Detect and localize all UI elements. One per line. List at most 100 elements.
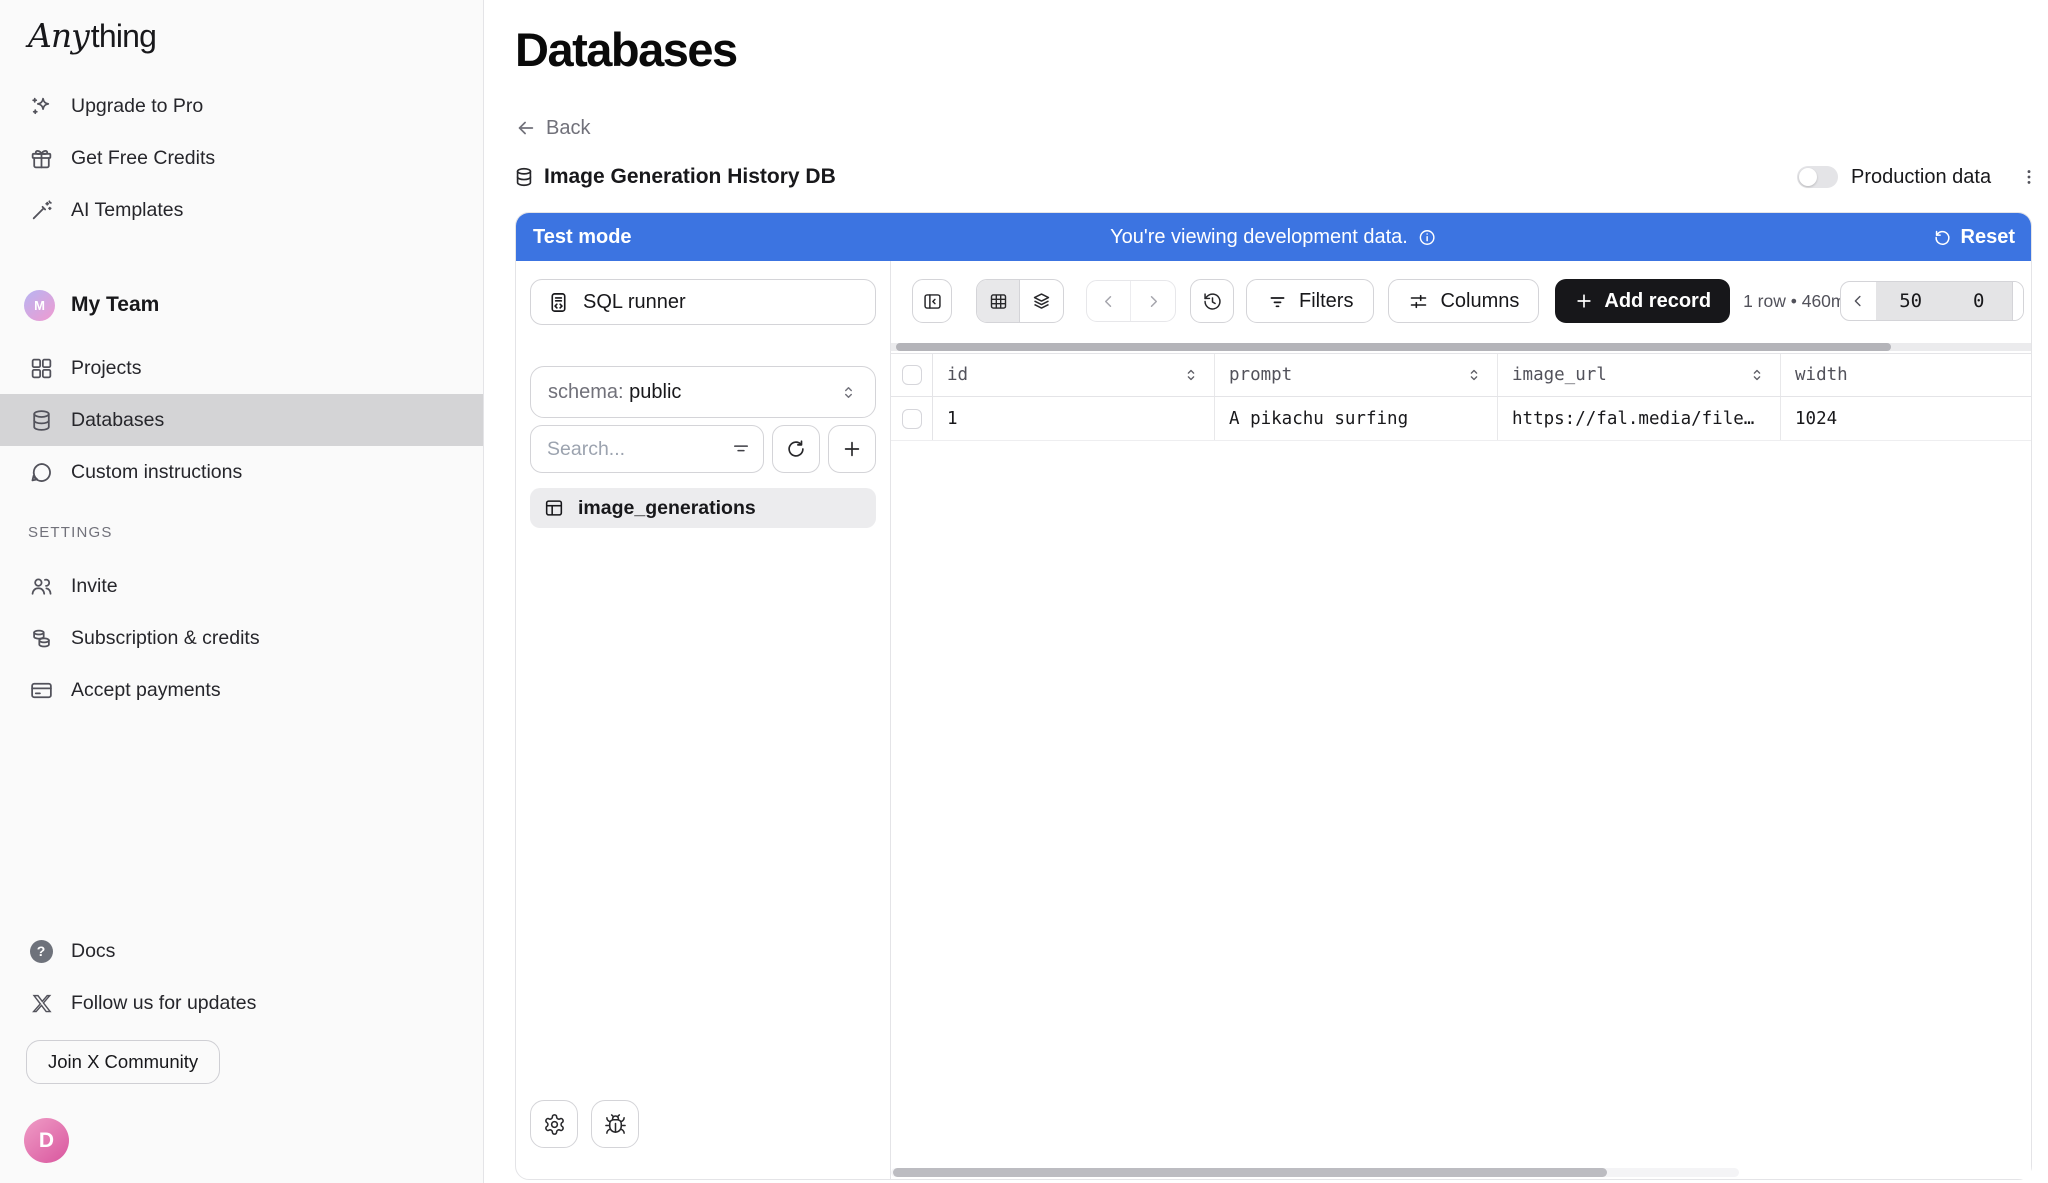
- sidebar-item-upgrade-to-pro[interactable]: Upgrade to Pro: [0, 80, 483, 132]
- page-size-value[interactable]: 50: [1876, 290, 1946, 312]
- sidebar-item-label: AI Templates: [71, 199, 183, 222]
- table-name: image_generations: [578, 497, 756, 520]
- filter-lines-icon: [1267, 291, 1288, 312]
- credit-card-icon: [28, 677, 54, 703]
- row-checkbox[interactable]: [902, 409, 922, 429]
- cell-width[interactable]: 1024: [1781, 397, 2031, 440]
- banner-message: You're viewing development data.: [1110, 226, 1437, 249]
- sidebar-item-custom-instructions[interactable]: Custom instructions: [0, 446, 483, 498]
- table-view-button[interactable]: [977, 280, 1020, 322]
- sort-icon[interactable]: [1182, 366, 1200, 384]
- sparkles-icon: [28, 93, 54, 119]
- toggle-knob: [1799, 168, 1817, 186]
- sidebar-item-label: Upgrade to Pro: [71, 95, 203, 118]
- sidebar-item-label: Projects: [71, 357, 141, 380]
- grid-header-row: id prompt image_url width: [891, 353, 2031, 397]
- info-icon[interactable]: [1418, 228, 1437, 247]
- bug-icon: [604, 1113, 627, 1136]
- sidebar-item-follow-updates[interactable]: Follow us for updates: [0, 977, 483, 1029]
- horizontal-scrollbar-thumb[interactable]: [893, 1168, 1607, 1177]
- pager-prev-button[interactable]: [1841, 282, 1876, 320]
- reset-icon: [1933, 228, 1952, 247]
- sidebar-item-subscription-credits[interactable]: Subscription & credits: [0, 612, 483, 664]
- coins-icon: [28, 625, 54, 651]
- layers-icon: [1031, 291, 1052, 312]
- logo-thing: thing: [91, 18, 156, 55]
- gift-icon: [28, 145, 54, 171]
- sidebar-item-label: Docs: [71, 940, 115, 963]
- select-all-checkbox[interactable]: [902, 365, 922, 385]
- refresh-tables-button[interactable]: [772, 425, 820, 473]
- table-search: [530, 425, 764, 473]
- database-name: Image Generation History DB: [544, 165, 836, 189]
- column-header-width[interactable]: width: [1781, 354, 2031, 396]
- database-title-row: Image Generation History DB: [513, 161, 836, 193]
- chat-bubble-icon: [28, 459, 54, 485]
- history-icon: [1202, 291, 1223, 312]
- sql-runner-button[interactable]: SQL runner: [530, 279, 876, 325]
- pager-next-button[interactable]: [2012, 282, 2023, 320]
- cell-image-url[interactable]: https://fal.media/file…: [1498, 397, 1781, 440]
- cell-id[interactable]: 1: [933, 397, 1215, 440]
- sort-icon[interactable]: [1748, 366, 1766, 384]
- gear-icon: [543, 1113, 566, 1136]
- sidebar-item-label: Custom instructions: [71, 461, 242, 484]
- refresh-icon: [785, 438, 807, 460]
- team-switcher[interactable]: M My Team: [0, 277, 483, 333]
- prev-page-button[interactable]: [1087, 281, 1131, 321]
- view-mode-segmented: [976, 279, 1064, 323]
- sidebar-item-docs[interactable]: ? Docs: [0, 925, 483, 977]
- user-avatar[interactable]: D: [24, 1118, 69, 1163]
- schema-select[interactable]: schema: public: [530, 366, 876, 418]
- debug-button[interactable]: [591, 1100, 639, 1148]
- plus-icon: [841, 438, 863, 460]
- column-header-id[interactable]: id: [933, 354, 1215, 396]
- back-label: Back: [546, 117, 590, 140]
- back-link[interactable]: Back: [515, 114, 590, 142]
- columns-button[interactable]: Columns: [1388, 279, 1539, 323]
- row-select-cell: [891, 397, 933, 440]
- magic-wand-icon: [28, 197, 54, 223]
- layers-view-button[interactable]: [1020, 280, 1063, 322]
- schema-label: schema:: [548, 381, 624, 403]
- history-button[interactable]: [1190, 279, 1234, 323]
- horizontal-scrollbar-thumb[interactable]: [896, 343, 1891, 351]
- cell-prompt[interactable]: A pikachu surfing: [1215, 397, 1498, 440]
- table-search-input[interactable]: [530, 425, 764, 473]
- table-row[interactable]: 1 A pikachu surfing https://fal.media/fi…: [891, 397, 2031, 441]
- sidebar-item-invite[interactable]: Invite: [0, 560, 483, 612]
- filter-lines-icon[interactable]: [731, 439, 751, 459]
- settings-button[interactable]: [530, 1100, 578, 1148]
- column-header-image-url[interactable]: image_url: [1498, 354, 1781, 396]
- next-page-button[interactable]: [1131, 281, 1175, 321]
- collapse-sidebar-button[interactable]: [912, 279, 952, 323]
- sidebar-item-projects[interactable]: Projects: [0, 342, 483, 394]
- sidebar-item-ai-templates[interactable]: AI Templates: [0, 184, 483, 236]
- sort-icon[interactable]: [1465, 366, 1483, 384]
- sidebar-item-label: Get Free Credits: [71, 147, 215, 170]
- database-explorer: SQL runner schema: public image_generati…: [516, 261, 891, 1179]
- add-table-button[interactable]: [828, 425, 876, 473]
- filters-button[interactable]: Filters: [1246, 279, 1374, 323]
- kebab-menu-icon[interactable]: [2019, 167, 2039, 187]
- add-record-button[interactable]: Add record: [1555, 279, 1730, 323]
- table-list-item-image-generations[interactable]: image_generations: [530, 488, 876, 528]
- reset-button[interactable]: Reset: [1933, 226, 2015, 249]
- grid-icon: [28, 355, 54, 381]
- app-logo[interactable]: Anything: [28, 16, 156, 55]
- chevron-up-down-icon: [839, 383, 858, 402]
- sidebar-item-accept-payments[interactable]: Accept payments: [0, 664, 483, 716]
- column-header-prompt[interactable]: prompt: [1215, 354, 1498, 396]
- page-offset-value[interactable]: 0: [1946, 290, 2012, 312]
- sidebar-item-databases[interactable]: Databases: [0, 394, 483, 446]
- sidebar-item-label: Follow us for updates: [71, 992, 256, 1015]
- settings-section-heading: SETTINGS: [28, 524, 113, 541]
- panel-collapse-icon: [922, 291, 943, 312]
- sliders-icon: [1408, 291, 1429, 312]
- join-x-community-button[interactable]: Join X Community: [26, 1040, 220, 1084]
- sidebar-item-get-free-credits[interactable]: Get Free Credits: [0, 132, 483, 184]
- page-size-control: 50 0: [1840, 281, 2024, 321]
- production-data-toggle[interactable]: [1797, 166, 1838, 188]
- sidebar-item-label: Subscription & credits: [71, 627, 260, 650]
- database-icon: [513, 166, 535, 188]
